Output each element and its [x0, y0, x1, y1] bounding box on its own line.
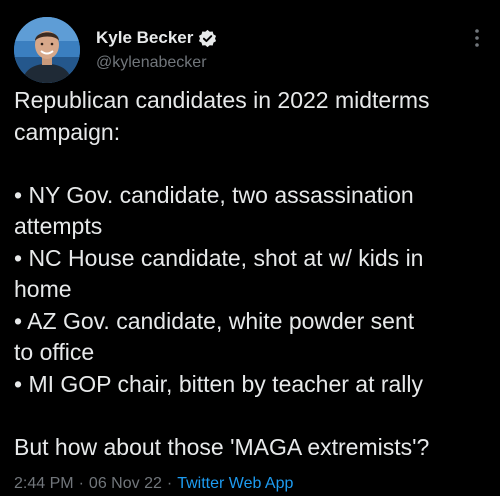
tweet-text-line: Republican candidates in 2022 midterms	[14, 87, 430, 113]
tweet-text-line: But how about those 'MAGA extremists'?	[14, 433, 430, 460]
tweet-meta: 2:44 PM · 06 Nov 22 · Twitter Web App	[14, 474, 293, 494]
tweet-source-link[interactable]: Twitter Web App	[177, 475, 293, 492]
tweet-date[interactable]: 06 Nov 22	[89, 475, 162, 492]
tweet-text-line: attempts	[14, 213, 103, 239]
tweet-text: Republican candidates in 2022 midterms c…	[14, 85, 494, 463]
author-display-name[interactable]: Kyle Becker	[96, 27, 193, 49]
tweet-text-line	[14, 148, 494, 180]
verified-badge-icon	[198, 29, 217, 48]
tweet-text-line: • NY Gov. candidate, two assassination	[14, 181, 414, 208]
meta-separator: ·	[166, 475, 173, 492]
tweet-text-line: campaign:	[14, 118, 121, 145]
author-name-row[interactable]: Kyle Becker	[96, 27, 217, 49]
tweet-time[interactable]: 2:44 PM	[14, 475, 74, 492]
more-options-icon[interactable]	[470, 26, 484, 50]
tweet-text-line: home	[14, 276, 72, 302]
avatar[interactable]	[14, 17, 80, 83]
meta-separator: ·	[78, 475, 84, 492]
tweet-text-line: • AZ Gov. candidate, white powder sent	[14, 307, 415, 334]
tweet-text-line: • MI GOP chair, bitten by teacher at ral…	[14, 370, 424, 397]
avatar-photo	[14, 17, 80, 83]
tweet-card: Kyle Becker @kylenabecker Republican can…	[0, 0, 500, 496]
author-handle[interactable]: @kylenabecker	[96, 53, 207, 73]
tweet-text-line	[14, 400, 494, 432]
tweet-text-line: to office	[14, 339, 95, 365]
tweet-text-line: • NC House candidate, shot at w/ kids in	[14, 244, 424, 271]
